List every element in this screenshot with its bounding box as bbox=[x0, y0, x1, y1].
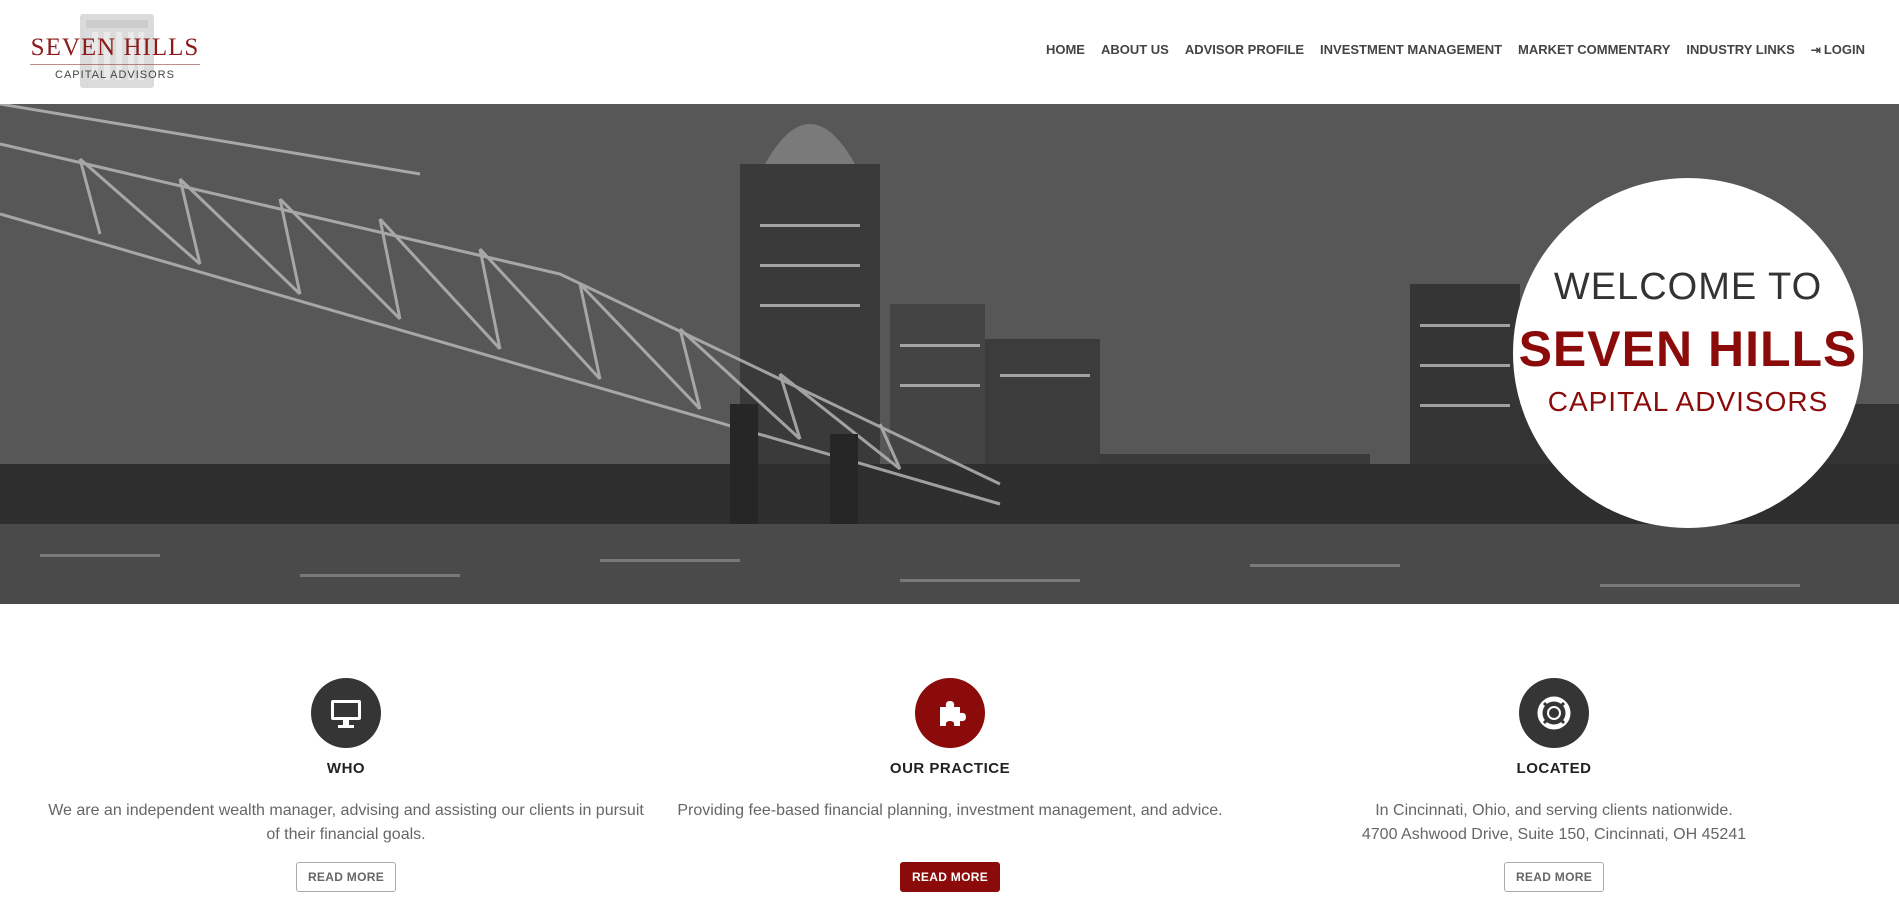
site-header: SEVEN HILLS CAPITAL ADVISORS HOME ABOUT … bbox=[0, 0, 1899, 104]
sign-in-icon: ⇥ bbox=[1810, 43, 1821, 57]
nav-about-us[interactable]: ABOUT US bbox=[1101, 42, 1169, 57]
monitor-icon bbox=[311, 678, 381, 748]
feature-text-line: In Cincinnati, Ohio, and serving clients… bbox=[1375, 802, 1733, 819]
read-more-button[interactable]: READ MORE bbox=[1504, 862, 1604, 892]
feature-title: LOCATED bbox=[1516, 760, 1592, 777]
welcome-circle: WELCOME TO SEVEN HILLS CAPITAL ADVISORS bbox=[1513, 178, 1863, 528]
nav-investment-management[interactable]: INVESTMENT MANAGEMENT bbox=[1320, 42, 1502, 57]
nav-login[interactable]: ⇥ LOGIN bbox=[1811, 42, 1865, 57]
address-text: 4700 Ashwood Drive, Suite 150, Cincinnat… bbox=[1361, 826, 1747, 843]
nav-home[interactable]: HOME bbox=[1046, 42, 1085, 57]
feature-text: Providing fee-based financial planning, … bbox=[677, 802, 1223, 819]
welcome-brand: SEVEN HILLS bbox=[1518, 321, 1858, 377]
logo-subtitle: CAPITAL ADVISORS bbox=[55, 69, 175, 81]
feature-title: WHO bbox=[326, 760, 366, 777]
feature-text: We are an independent wealth manager, ad… bbox=[48, 802, 644, 843]
welcome-heading: WELCOME TO bbox=[1553, 266, 1823, 308]
site-logo[interactable]: SEVEN HILLS CAPITAL ADVISORS bbox=[30, 14, 200, 88]
nav-advisor-profile[interactable]: ADVISOR PROFILE bbox=[1185, 42, 1304, 57]
welcome-subbrand: CAPITAL ADVISORS bbox=[1547, 386, 1829, 417]
hero-banner: WELCOME TO SEVEN HILLS CAPITAL ADVISORS bbox=[0, 104, 1899, 604]
nav-market-commentary[interactable]: MARKET COMMENTARY bbox=[1518, 42, 1670, 57]
nav-login-label: LOGIN bbox=[1823, 42, 1865, 57]
feature-text: In Cincinnati, Ohio, and serving clients… bbox=[1254, 799, 1854, 847]
logo-title: SEVEN HILLS bbox=[30, 34, 200, 61]
read-more-button[interactable]: READ MORE bbox=[900, 862, 1000, 892]
main-nav: HOME ABOUT US ADVISOR PROFILE INVESTMENT… bbox=[1046, 42, 1865, 57]
read-more-button[interactable]: READ MORE bbox=[296, 862, 396, 892]
puzzle-icon bbox=[915, 678, 985, 748]
logo-divider bbox=[30, 64, 200, 65]
nav-industry-links[interactable]: INDUSTRY LINKS bbox=[1686, 42, 1794, 57]
feature-title: OUR PRACTICE bbox=[889, 760, 1011, 777]
life-ring-icon bbox=[1519, 678, 1589, 748]
